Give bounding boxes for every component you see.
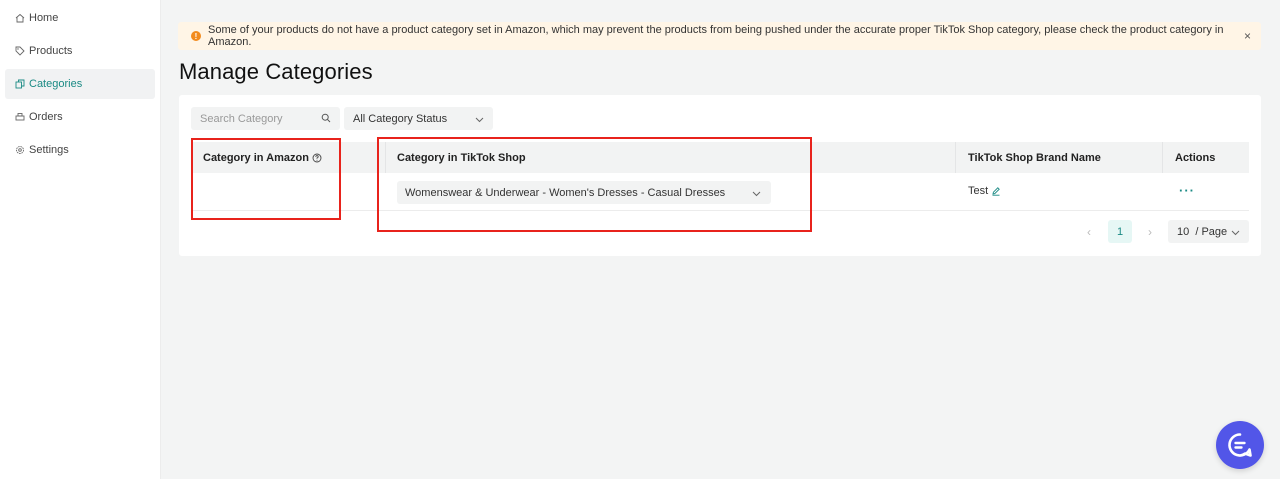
next-page-button[interactable]: › bbox=[1148, 225, 1152, 239]
search-input[interactable]: Search Category bbox=[191, 107, 340, 130]
page-size-value: 10 / Page bbox=[1177, 225, 1228, 238]
sidebar-item-label: Settings bbox=[29, 144, 69, 156]
sidebar-item-products[interactable]: Products bbox=[5, 36, 155, 66]
sidebar-item-orders[interactable]: Orders bbox=[5, 102, 155, 132]
chat-icon bbox=[1227, 432, 1253, 458]
page-size-select[interactable]: 10 / Page bbox=[1168, 220, 1249, 243]
sidebar-item-home[interactable]: Home bbox=[5, 3, 155, 33]
sidebar-item-label: Products bbox=[29, 45, 73, 57]
sidebar: Home Products Categories Orders Settings bbox=[0, 0, 161, 479]
sidebar-item-label: Home bbox=[29, 12, 59, 24]
brand-name-cell: Test bbox=[968, 185, 1001, 197]
category-status-select[interactable]: All Category Status bbox=[344, 107, 493, 130]
chevron-down-icon bbox=[1231, 227, 1240, 239]
prev-page-button[interactable]: ‹ bbox=[1087, 225, 1091, 239]
highlight-box-amazon-category bbox=[191, 138, 341, 220]
current-page-button[interactable]: 1 bbox=[1108, 220, 1132, 243]
copy-icon bbox=[15, 79, 25, 89]
column-header-brand-name: TikTok Shop Brand Name bbox=[968, 151, 1101, 164]
chat-support-button[interactable] bbox=[1216, 421, 1264, 469]
search-placeholder: Search Category bbox=[200, 112, 283, 125]
gear-icon bbox=[15, 145, 25, 155]
edit-icon[interactable] bbox=[991, 186, 1001, 196]
search-icon bbox=[321, 113, 331, 126]
warning-icon: ! bbox=[191, 31, 201, 41]
sidebar-item-label: Categories bbox=[29, 78, 83, 90]
status-select-value: All Category Status bbox=[353, 112, 448, 125]
banner-message: Some of your products do not have a prod… bbox=[208, 24, 1224, 48]
warning-banner: ! Some of your products do not have a pr… bbox=[178, 22, 1261, 50]
highlight-box-tiktok-category bbox=[377, 137, 812, 232]
chevron-down-icon bbox=[475, 114, 484, 126]
more-actions-button[interactable]: ··· bbox=[1179, 183, 1195, 198]
printer-icon bbox=[15, 112, 25, 122]
sidebar-item-settings[interactable]: Settings bbox=[5, 135, 155, 165]
sidebar-item-categories[interactable]: Categories bbox=[5, 69, 155, 99]
tag-icon bbox=[15, 46, 25, 56]
home-icon bbox=[15, 13, 25, 23]
brand-name: Test bbox=[968, 185, 989, 197]
page-title: Manage Categories bbox=[179, 59, 373, 84]
column-header-actions: Actions bbox=[1175, 151, 1216, 164]
close-icon[interactable]: × bbox=[1244, 29, 1251, 43]
sidebar-item-label: Orders bbox=[29, 111, 63, 123]
